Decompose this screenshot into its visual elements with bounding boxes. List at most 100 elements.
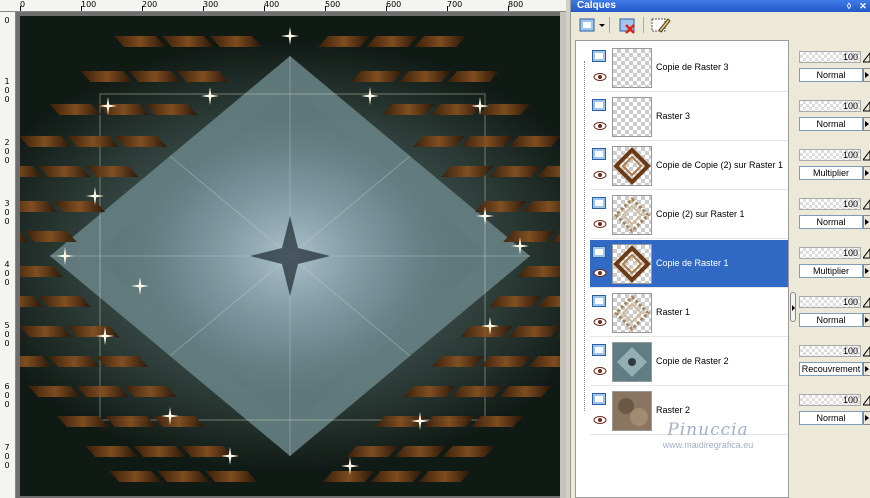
new-layer-icon[interactable]	[577, 14, 605, 36]
opacity-value: 100	[842, 346, 858, 356]
opacity-arrow-icon[interactable]	[861, 394, 870, 406]
image-canvas[interactable]	[20, 16, 560, 496]
layer-row[interactable]: Copie (2) sur Raster 1	[590, 191, 788, 239]
blend-mode-select[interactable]: Normal	[799, 411, 863, 425]
blend-mode-arrow-icon[interactable]	[863, 313, 870, 327]
opacity-arrow-icon[interactable]	[861, 149, 870, 161]
ruler-tick	[386, 6, 387, 11]
ruler-top-label: 400	[264, 0, 280, 9]
ruler-tick	[508, 6, 509, 11]
layer-prop-group: 100 Multiplier	[799, 241, 870, 289]
ruler-tick	[264, 6, 265, 11]
visibility-eye-icon[interactable]	[593, 415, 607, 425]
delete-layer-icon[interactable]	[617, 14, 639, 36]
splitter-grip[interactable]	[790, 292, 796, 322]
blend-mode-arrow-icon[interactable]	[863, 166, 870, 180]
layer-thumbnail	[612, 342, 652, 382]
watermark-url: www.maidiregrafica.eu	[662, 440, 754, 450]
layer-type-icon	[592, 295, 606, 307]
blend-mode-arrow-icon[interactable]	[863, 362, 870, 376]
close-icon[interactable]: ✕	[857, 0, 869, 12]
opacity-slider[interactable]: 100	[799, 394, 861, 406]
visibility-eye-icon[interactable]	[593, 219, 607, 229]
ruler-left-label: 0	[4, 16, 10, 25]
layer-thumbnail	[612, 244, 652, 284]
blend-mode-select[interactable]: Multiplier	[799, 264, 863, 278]
layer-row[interactable]: Copie de Raster 2	[590, 338, 788, 386]
opacity-arrow-icon[interactable]	[861, 198, 870, 210]
visibility-eye-icon[interactable]	[593, 121, 607, 131]
layer-name: Copie de Copie (2) sur Raster 1	[656, 160, 784, 170]
ruler-left-label: 400	[4, 260, 10, 287]
layer-row[interactable]: Copie de Raster 1	[590, 240, 788, 288]
edit-layer-icon[interactable]	[649, 14, 671, 36]
palette-splitter[interactable]	[789, 40, 797, 498]
ruler-left-label: 700	[4, 443, 10, 470]
opacity-slider[interactable]: 100	[799, 100, 861, 112]
visibility-eye-icon[interactable]	[593, 72, 607, 82]
layer-type-icon	[592, 50, 606, 62]
layer-row[interactable]: Copie de Copie (2) sur Raster 1	[590, 142, 788, 190]
opacity-slider[interactable]: 100	[799, 149, 861, 161]
blend-mode-arrow-icon[interactable]	[863, 215, 870, 229]
layer-prop-group: 100 Normal	[799, 192, 870, 240]
layer-type-icon	[592, 197, 606, 209]
ruler-tick	[20, 6, 21, 11]
layer-row[interactable]: Raster 3	[590, 93, 788, 141]
ruler-top-label: 800	[508, 0, 524, 9]
palette-toolbar	[571, 14, 870, 36]
opacity-arrow-icon[interactable]	[861, 296, 870, 308]
layer-name: Copie de Raster 3	[656, 62, 729, 72]
ruler-top-label: 500	[325, 0, 341, 9]
blend-mode-select[interactable]: Recouvrement	[799, 362, 863, 376]
layer-type-icon	[592, 148, 606, 160]
opacity-value: 100	[842, 297, 858, 307]
ruler-tick	[81, 6, 82, 11]
opacity-value: 100	[842, 199, 858, 209]
app-window: 0 100 200 300 400 500 600 700 800 0 100 200 300 400 5…	[0, 0, 870, 498]
opacity-slider[interactable]: 100	[799, 51, 861, 63]
opacity-arrow-icon[interactable]	[861, 345, 870, 357]
ruler-left-label: 600	[4, 382, 10, 409]
toolbar-separator	[609, 17, 610, 33]
opacity-slider[interactable]: 100	[799, 247, 861, 259]
blend-mode-select[interactable]: Multiplier	[799, 166, 863, 180]
visibility-eye-icon[interactable]	[593, 268, 607, 278]
ruler-top-label: 700	[447, 0, 463, 9]
toolbar-separator	[643, 17, 644, 33]
ruler-left-label: 200	[4, 138, 10, 165]
layer-type-icon	[592, 393, 606, 405]
opacity-slider[interactable]: 100	[799, 296, 861, 308]
ruler-left-label: 500	[4, 321, 10, 348]
opacity-value: 100	[842, 52, 858, 62]
layer-prop-group: 100 Recouvrement	[799, 339, 870, 387]
opacity-slider[interactable]: 100	[799, 345, 861, 357]
palette-titlebar[interactable]: Calques ◊ ✕	[571, 0, 870, 12]
ruler-tick	[203, 6, 204, 11]
layer-prop-group: 100 Normal	[799, 388, 870, 436]
visibility-eye-icon[interactable]	[593, 317, 607, 327]
opacity-arrow-icon[interactable]	[861, 51, 870, 63]
visibility-eye-icon[interactable]	[593, 366, 607, 376]
ruler-tick	[447, 6, 448, 11]
blend-mode-select[interactable]: Normal	[799, 215, 863, 229]
opacity-arrow-icon[interactable]	[861, 247, 870, 259]
layer-name: Raster 2	[656, 405, 691, 415]
layer-row[interactable]: Copie de Raster 3	[590, 44, 788, 92]
blend-mode-select[interactable]: Normal	[799, 313, 863, 327]
opacity-slider[interactable]: 100	[799, 198, 861, 210]
pin-icon[interactable]: ◊	[843, 0, 855, 12]
blend-mode-arrow-icon[interactable]	[863, 117, 870, 131]
opacity-arrow-icon[interactable]	[861, 100, 870, 112]
blend-mode-arrow-icon[interactable]	[863, 68, 870, 82]
blend-mode-arrow-icon[interactable]	[863, 264, 870, 278]
blend-mode-select[interactable]: Normal	[799, 68, 863, 82]
blend-mode-select[interactable]: Normal	[799, 117, 863, 131]
canvas-scrollbar[interactable]	[560, 12, 566, 498]
visibility-eye-icon[interactable]	[593, 170, 607, 180]
layer-row[interactable]: Raster 1	[590, 289, 788, 337]
tree-connector	[584, 61, 585, 411]
layer-name: Copie (2) sur Raster 1	[656, 209, 745, 219]
layer-thumbnail	[612, 146, 652, 186]
blend-mode-arrow-icon[interactable]	[863, 411, 870, 425]
